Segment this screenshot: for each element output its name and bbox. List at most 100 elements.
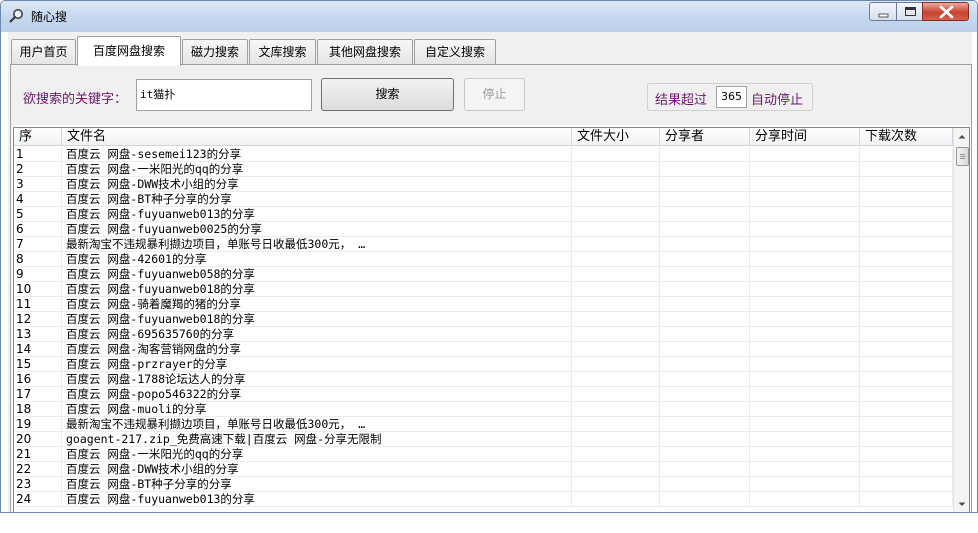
table-row[interactable]: 5 百度云 网盘-fuyuanweb013的分享: [14, 207, 953, 222]
table-row[interactable]: 13 百度云 网盘-695635760的分享: [14, 327, 953, 342]
column-header-index[interactable]: 序: [14, 128, 62, 146]
tab-magnet-search[interactable]: 磁力搜索: [182, 39, 248, 65]
table-row[interactable]: 11 百度云 网盘-骑着魔羯的猪的分享: [14, 297, 953, 312]
table-row[interactable]: 24 百度云 网盘-fuyuanweb013的分享: [14, 492, 953, 507]
table-row[interactable]: 22 百度云 网盘-DWW技术小组的分享: [14, 462, 953, 477]
table-row[interactable]: 12 百度云 网盘-fuyuanweb018的分享: [14, 312, 953, 327]
table-row[interactable]: 17 百度云 网盘-popo546322的分享: [14, 387, 953, 402]
table-row[interactable]: 16 百度云 网盘-1788论坛达人的分享: [14, 372, 953, 387]
row-size: [572, 357, 660, 372]
row-filename: 百度云 网盘-DWW技术小组的分享: [62, 462, 572, 477]
table-row[interactable]: 21 百度云 网盘-一米阳光的qq的分享: [14, 447, 953, 462]
row-index: 16: [14, 372, 62, 387]
row-filename: 百度云 网盘-骑着魔羯的猪的分享: [62, 297, 572, 312]
row-size: [572, 312, 660, 327]
stop-button[interactable]: 停止: [464, 78, 525, 111]
row-share-time: [750, 312, 860, 327]
row-filename: 百度云 网盘-一米阳光的qq的分享: [62, 447, 572, 462]
keyword-label: 欲搜索的关键字：: [23, 92, 128, 107]
row-filename: 百度云 网盘-695635760的分享: [62, 327, 572, 342]
maximize-button[interactable]: [896, 2, 923, 21]
vertical-scrollbar[interactable]: [953, 128, 970, 513]
table-row[interactable]: 15 百度云 网盘-przrayer的分享: [14, 357, 953, 372]
row-share-time: [750, 162, 860, 177]
row-size: [572, 447, 660, 462]
row-sharer: [660, 327, 750, 342]
scrollbar-thumb[interactable]: [956, 147, 969, 166]
app-window: 随心搜 用户首页 百度网盘搜索 磁力搜索 文库搜索 其他网盘搜索 自定义搜索 欲…: [0, 0, 978, 513]
table-row[interactable]: 7 最新淘宝不违规暴利撷边项目，单账号日收最低300元， …: [14, 237, 953, 252]
table-row[interactable]: 20 goagent-217.zip_免费高速下载|百度云 网盘-分享无限制: [14, 432, 953, 447]
row-filename: 百度云 网盘-BT种子分享的分享: [62, 477, 572, 492]
search-button[interactable]: 搜索: [321, 78, 454, 111]
row-downloads: [860, 162, 953, 177]
row-share-time: [750, 387, 860, 402]
table-row[interactable]: 23 百度云 网盘-BT种子分享的分享: [14, 477, 953, 492]
scroll-down-arrow-icon[interactable]: [954, 496, 970, 513]
tab-user-home[interactable]: 用户首页: [11, 39, 76, 65]
row-sharer: [660, 297, 750, 312]
title-bar[interactable]: 随心搜: [1, 1, 977, 32]
table-row[interactable]: 9 百度云 网盘-fuyuanweb058的分享: [14, 267, 953, 282]
row-downloads: [860, 342, 953, 357]
row-sharer: [660, 477, 750, 492]
row-filename: 百度云 网盘-przrayer的分享: [62, 357, 572, 372]
row-share-time: [750, 222, 860, 237]
table-row[interactable]: 4 百度云 网盘-BT种子分享的分享: [14, 192, 953, 207]
table-row[interactable]: 3 百度云 网盘-DWW技术小组的分享: [14, 177, 953, 192]
row-filename: 百度云 网盘-popo546322的分享: [62, 387, 572, 402]
row-size: [572, 252, 660, 267]
row-share-time: [750, 432, 860, 447]
row-sharer: [660, 162, 750, 177]
close-button[interactable]: [922, 2, 969, 21]
tab-custom-search[interactable]: 自定义搜索: [414, 39, 496, 65]
table-row[interactable]: 14 百度云 网盘-淘客营销网盘的分享: [14, 342, 953, 357]
row-size: [572, 462, 660, 477]
row-downloads: [860, 477, 953, 492]
row-filename: 百度云 网盘-fuyuanweb013的分享: [62, 492, 572, 507]
row-share-time: [750, 192, 860, 207]
tab-wenku-search[interactable]: 文库搜索: [249, 39, 316, 65]
row-sharer: [660, 462, 750, 477]
keyword-input[interactable]: it猫扑: [136, 79, 312, 111]
table-row[interactable]: 8 百度云 网盘-42601的分享: [14, 252, 953, 267]
row-index: 24: [14, 492, 62, 507]
row-downloads: [860, 372, 953, 387]
row-size: [572, 237, 660, 252]
row-filename: 百度云 网盘-fuyuanweb0025的分享: [62, 222, 572, 237]
tab-label: 自定义搜索: [424, 45, 485, 59]
results-table: 序 文件名 文件大小 分享者 分享时间 下载次数 1 百度云 网盘-sesemei…: [13, 127, 970, 513]
row-sharer: [660, 402, 750, 417]
tab-baidu-pan-search[interactable]: 百度网盘搜索: [77, 36, 181, 66]
row-size: [572, 372, 660, 387]
tab-other-pan-search[interactable]: 其他网盘搜索: [317, 39, 413, 65]
magnifier-icon: [9, 9, 23, 23]
table-row[interactable]: 10 百度云 网盘-fuyuanweb018的分享: [14, 282, 953, 297]
table-body: 1 百度云 网盘-sesemei123的分享 2 百度云 网盘-一米阳光的qq的分享 3…: [14, 147, 953, 512]
row-index: 10: [14, 282, 62, 297]
column-header-downloads[interactable]: 下载次数: [860, 128, 953, 146]
minimize-button[interactable]: [869, 2, 897, 21]
row-size: [572, 147, 660, 162]
table-row[interactable]: 2 百度云 网盘-一米阳光的qq的分享: [14, 162, 953, 177]
column-header-size[interactable]: 文件大小: [572, 128, 660, 146]
table-row[interactable]: 6 百度云 网盘-fuyuanweb0025的分享: [14, 222, 953, 237]
row-downloads: [860, 237, 953, 252]
column-header-sharer[interactable]: 分享者: [660, 128, 750, 146]
row-share-time: [750, 402, 860, 417]
row-share-time: [750, 267, 860, 282]
column-header-filename[interactable]: 文件名: [62, 128, 572, 146]
table-row[interactable]: 19 最新淘宝不违规暴利撷边项目，单账号日收最低300元， …: [14, 417, 953, 432]
table-row[interactable]: 18 百度云 网盘-muoli的分享: [14, 402, 953, 417]
result-limit-input[interactable]: 365: [716, 86, 747, 108]
table-row[interactable]: 1 百度云 网盘-sesemei123的分享: [14, 147, 953, 162]
row-downloads: [860, 252, 953, 267]
row-sharer: [660, 492, 750, 507]
scroll-up-arrow-icon[interactable]: [954, 128, 970, 145]
row-size: [572, 222, 660, 237]
column-header-share-time[interactable]: 分享时间: [750, 128, 860, 146]
auto-stop-group: 结果超过 365 自动停止: [647, 83, 813, 111]
tab-label: 其他网盘搜索: [328, 45, 401, 59]
row-index: 21: [14, 447, 62, 462]
row-size: [572, 192, 660, 207]
